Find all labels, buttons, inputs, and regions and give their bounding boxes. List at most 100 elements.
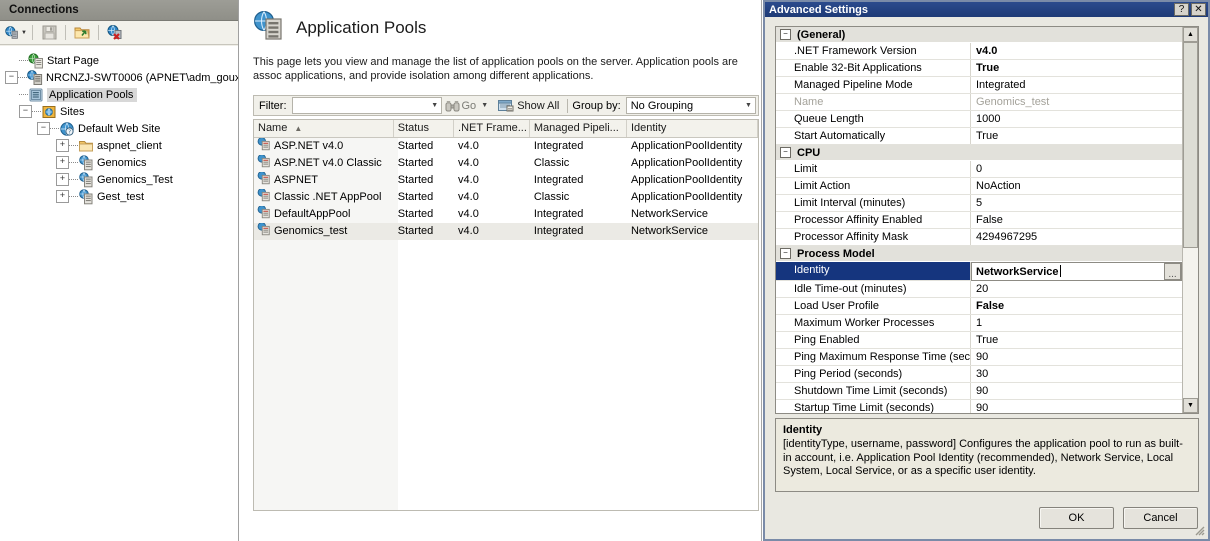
property-row-queue-length[interactable]: Queue Length 1000 — [776, 111, 1182, 128]
property-row-load-user-profile[interactable]: Load User Profile False — [776, 298, 1182, 315]
filter-input-wrap[interactable]: ▼ — [291, 97, 442, 114]
property-row-idle-timeout[interactable]: Idle Time-out (minutes) 20 — [776, 281, 1182, 298]
table-row[interactable]: ASP.NET v4.0 Classic Started v4.0 Classi… — [254, 155, 758, 172]
cancel-button[interactable]: Cancel — [1123, 507, 1198, 529]
table-row[interactable]: ASPNET Started v4.0 Integrated Applicati… — [254, 172, 758, 189]
tree-item-application-pools[interactable]: Application Pools — [0, 86, 238, 103]
browse-ellipsis-button[interactable]: ... — [1164, 263, 1181, 280]
identity-value-editor[interactable]: NetworkService ... — [971, 262, 1182, 281]
property-row-limit[interactable]: Limit 0 — [776, 161, 1182, 178]
property-row-ping-maximum-response-time[interactable]: Ping Maximum Response Time (seconds) 90 — [776, 349, 1182, 366]
table-row[interactable]: Genomics_test Started v4.0 Integrated Ne… — [254, 223, 758, 240]
property-value[interactable]: False — [971, 212, 1182, 228]
scroll-up-icon[interactable]: ▲ — [1183, 27, 1198, 42]
column-header-name[interactable]: Name ▲ — [254, 120, 394, 137]
property-group-cpu[interactable]: − CPU — [776, 145, 1182, 161]
property-value[interactable]: True — [971, 128, 1182, 144]
property-value[interactable]: False — [971, 298, 1182, 314]
properties-grid[interactable]: − (General) .NET Framework Version v4.0 … — [775, 26, 1199, 414]
property-group-general[interactable]: − (General) — [776, 27, 1182, 43]
tree-item-default-web-site[interactable]: − ? Default Web Site — [0, 120, 238, 137]
collapse-expander-icon[interactable]: − — [19, 105, 32, 118]
property-value[interactable]: 1000 — [971, 111, 1182, 127]
property-row-ping-period[interactable]: Ping Period (seconds) 30 — [776, 366, 1182, 383]
collapse-expander-icon[interactable]: − — [5, 71, 18, 84]
show-all-button[interactable]: Show All — [494, 99, 563, 112]
connect-dropdown-icon[interactable]: ▼ — [5, 23, 27, 43]
property-row-maximum-worker-processes[interactable]: Maximum Worker Processes 1 — [776, 315, 1182, 332]
table-row[interactable]: Classic .NET AppPool Started v4.0 Classi… — [254, 189, 758, 206]
property-row-processor-affinity-mask[interactable]: Processor Affinity Mask 4294967295 — [776, 229, 1182, 246]
property-row-ping-enabled[interactable]: Ping Enabled True — [776, 332, 1182, 349]
property-value[interactable]: True — [971, 60, 1182, 76]
tree-item-server[interactable]: − NRCNZJ-SWT0006 (APNET\adm_gouxi — [0, 69, 238, 86]
disconnect-icon[interactable] — [104, 23, 126, 43]
collapse-expander-icon[interactable]: − — [37, 122, 50, 135]
property-group-process-model[interactable]: − Process Model — [776, 246, 1182, 262]
close-icon[interactable]: ✕ — [1191, 3, 1206, 16]
property-value[interactable]: 4294967295 — [971, 229, 1182, 245]
help-button[interactable]: ? — [1174, 3, 1189, 16]
collapse-expander-icon[interactable]: − — [780, 248, 791, 259]
chevron-down-icon[interactable]: ▼ — [478, 97, 491, 114]
connect-to-site-icon[interactable] — [71, 23, 93, 43]
property-row-managed-pipeline-mode[interactable]: Managed Pipeline Mode Integrated — [776, 77, 1182, 94]
expand-expander-icon[interactable]: + — [56, 190, 69, 203]
ok-button[interactable]: OK — [1039, 507, 1114, 529]
save-icon[interactable] — [38, 23, 60, 43]
expand-expander-icon[interactable]: + — [56, 139, 69, 152]
property-row-limit-action[interactable]: Limit Action NoAction — [776, 178, 1182, 195]
column-header-net-framework[interactable]: .NET Frame... — [454, 120, 530, 137]
group-by-select[interactable]: No Grouping ▼ — [625, 97, 756, 114]
column-header-identity[interactable]: Identity — [627, 120, 758, 137]
property-value[interactable]: 90 — [971, 349, 1182, 365]
tree-item-genomics-test[interactable]: + Genomics_Test — [0, 171, 238, 188]
scrollbar-track[interactable] — [1183, 42, 1198, 398]
property-value[interactable]: True — [971, 332, 1182, 348]
identity-value[interactable]: NetworkService — [972, 265, 1164, 278]
application-pools-grid[interactable]: Name ▲ Status .NET Frame... Managed Pipe… — [253, 119, 759, 511]
properties-list[interactable]: − (General) .NET Framework Version v4.0 … — [776, 27, 1182, 413]
column-header-managed-pipeline[interactable]: Managed Pipeli... — [530, 120, 627, 137]
resize-grip[interactable] — [1193, 524, 1205, 536]
collapse-expander-icon[interactable]: − — [780, 147, 791, 158]
go-button[interactable]: Go ▼ — [442, 97, 495, 114]
tree-item-aspnet-client[interactable]: + aspnet_client — [0, 137, 238, 154]
property-value[interactable]: 1 — [971, 315, 1182, 331]
property-value[interactable]: NoAction — [971, 178, 1182, 194]
chevron-down-icon[interactable]: ▼ — [429, 97, 440, 114]
property-value[interactable]: 0 — [971, 161, 1182, 177]
property-row-enable-32bit[interactable]: Enable 32-Bit Applications True — [776, 60, 1182, 77]
properties-scrollbar[interactable]: ▲ ▼ — [1182, 27, 1198, 413]
scroll-down-icon[interactable]: ▼ — [1183, 398, 1198, 413]
expand-expander-icon[interactable]: + — [56, 156, 69, 169]
property-value[interactable]: v4.0 — [971, 43, 1182, 59]
property-row-shutdown-time-limit[interactable]: Shutdown Time Limit (seconds) 90 — [776, 383, 1182, 400]
tree-item-start-page[interactable]: Start Page — [0, 52, 238, 69]
table-row[interactable]: DefaultAppPool Started v4.0 Integrated N… — [254, 206, 758, 223]
connections-tree[interactable]: Start Page − NRCNZJ-SWT0006 (APNET\adm_g… — [0, 46, 238, 541]
property-row-processor-affinity-enabled[interactable]: Processor Affinity Enabled False — [776, 212, 1182, 229]
property-row-net-framework-version[interactable]: .NET Framework Version v4.0 — [776, 43, 1182, 60]
property-value[interactable]: Integrated — [971, 77, 1182, 93]
column-header-status[interactable]: Status — [394, 120, 455, 137]
property-value[interactable]: 30 — [971, 366, 1182, 382]
tree-item-gest-test[interactable]: + Gest_test — [0, 188, 238, 205]
collapse-expander-icon[interactable]: − — [780, 29, 791, 40]
tree-item-genomics[interactable]: + Genomics — [0, 154, 238, 171]
property-value[interactable]: 5 — [971, 195, 1182, 211]
table-row[interactable]: ASP.NET v4.0 Started v4.0 Integrated App… — [254, 138, 758, 155]
expand-expander-icon[interactable]: + — [56, 173, 69, 186]
property-row-start-automatically[interactable]: Start Automatically True — [776, 128, 1182, 145]
property-value[interactable]: 90 — [971, 400, 1182, 413]
property-row-identity[interactable]: Identity NetworkService ... — [776, 262, 1182, 281]
dialog-titlebar[interactable]: Advanced Settings ? ✕ — [765, 2, 1208, 17]
scrollbar-thumb[interactable] — [1183, 42, 1198, 249]
filter-input[interactable] — [292, 99, 430, 112]
property-value[interactable]: 20 — [971, 281, 1182, 297]
tree-item-sites[interactable]: − Sites — [0, 103, 238, 120]
property-value[interactable]: 90 — [971, 383, 1182, 399]
chevron-down-icon[interactable]: ▼ — [742, 97, 755, 114]
property-row-startup-time-limit[interactable]: Startup Time Limit (seconds) 90 — [776, 400, 1182, 413]
property-row-limit-interval[interactable]: Limit Interval (minutes) 5 — [776, 195, 1182, 212]
